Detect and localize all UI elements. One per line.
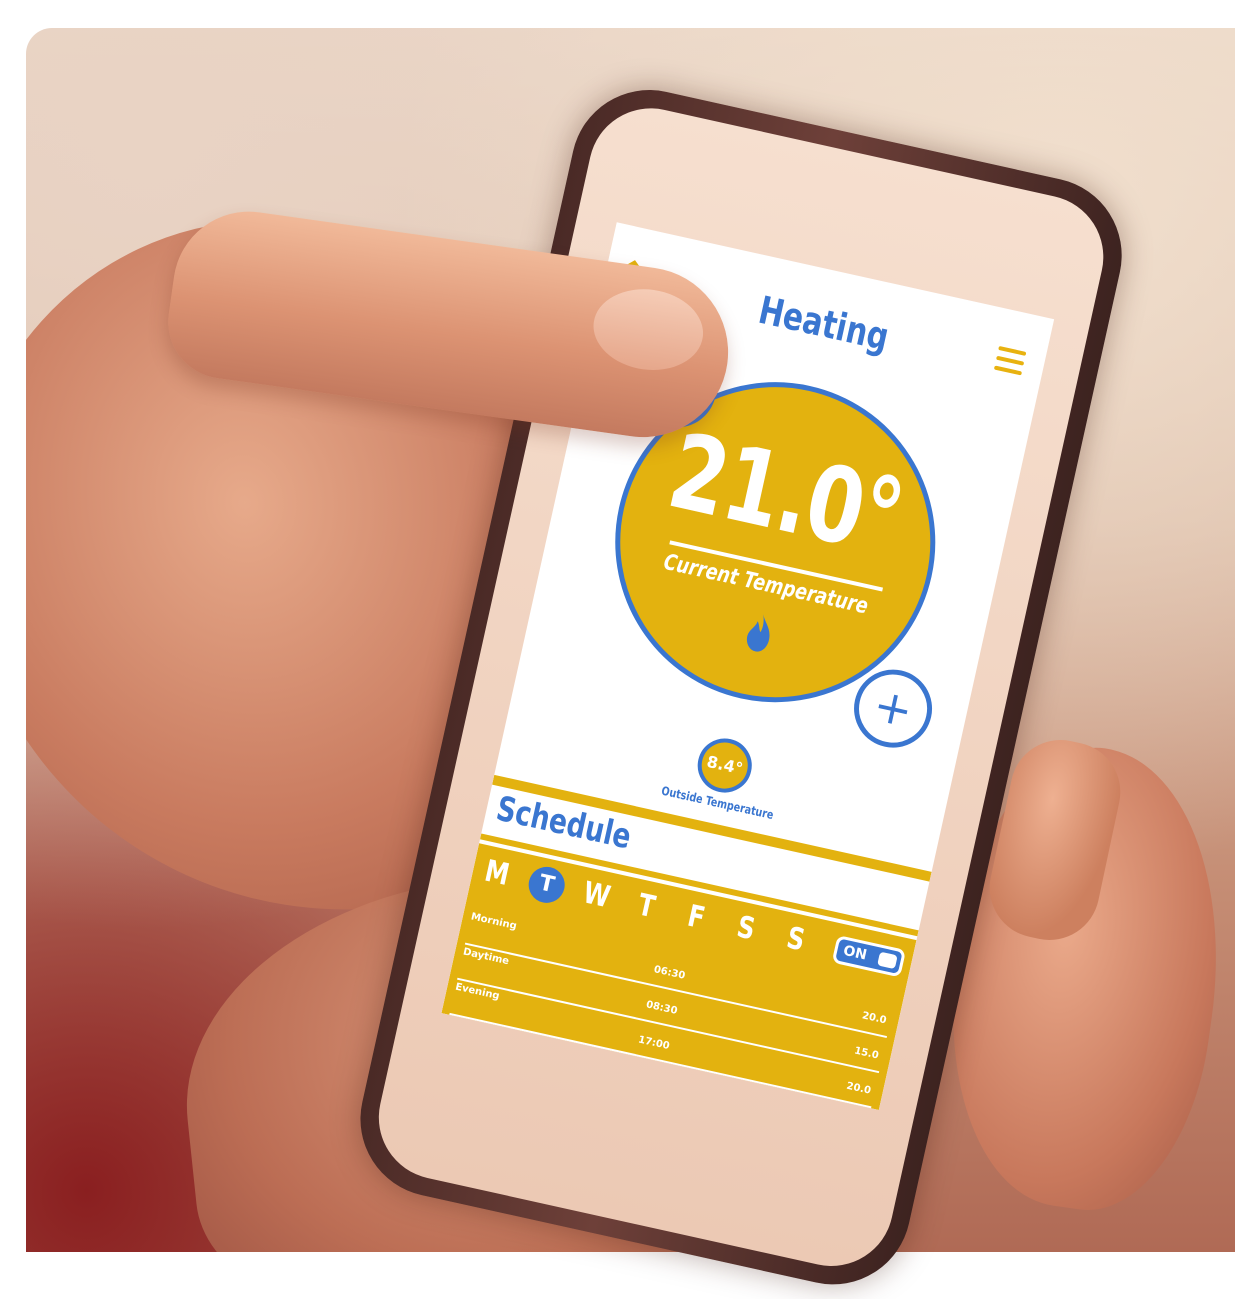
row-time: 17:00 [637, 1034, 671, 1053]
row-temp: 15.0 [853, 1045, 880, 1062]
day-saturday[interactable]: S [728, 908, 764, 949]
row-label: Morning [469, 911, 518, 933]
day-thursday[interactable]: T [628, 886, 664, 927]
schedule-toggle[interactable]: ON [831, 935, 907, 978]
row-temp: 20.0 [845, 1080, 872, 1097]
row-time: 06:30 [652, 964, 687, 982]
row-time: 08:30 [644, 999, 679, 1017]
day-sunday[interactable]: S [778, 919, 814, 960]
toggle-label: ON [841, 942, 869, 964]
schedule-rows: Morning 06:30 20.0 Daytime 08:30 15.0 Ev… [449, 909, 895, 1109]
outside-temperature-badge: 8.4° [692, 733, 757, 798]
row-temp: 20.0 [860, 1010, 888, 1027]
hamburger-menu-icon[interactable] [993, 345, 1027, 376]
toggle-knob [877, 951, 898, 970]
day-monday[interactable]: M [479, 853, 515, 894]
day-wednesday[interactable]: W [579, 875, 615, 916]
flame-icon [746, 614, 770, 652]
day-tuesday[interactable]: T [525, 863, 569, 907]
fingernail [588, 282, 709, 377]
day-friday[interactable]: F [678, 897, 714, 938]
